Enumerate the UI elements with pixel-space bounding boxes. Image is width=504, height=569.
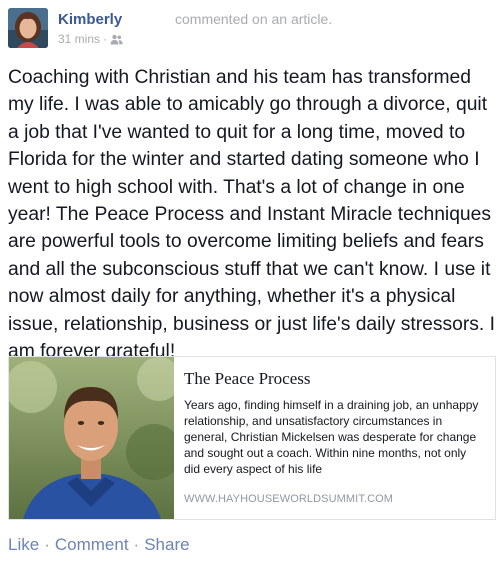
story-action-text: commented on an article.: [175, 11, 333, 27]
action-separator: ·: [44, 535, 50, 554]
link-info: The Peace Process Years ago, finding him…: [184, 369, 484, 477]
author-avatar[interactable]: [8, 8, 48, 48]
post-action-bar: Like · Comment · Share: [8, 535, 190, 555]
link-title[interactable]: The Peace Process: [184, 369, 484, 389]
meta-separator: ·: [103, 32, 108, 46]
link-thumbnail[interactable]: [9, 357, 174, 519]
link-thumbnail-image: [9, 357, 174, 519]
feed-story: Kimberly commented on an article. 31 min…: [0, 0, 504, 569]
link-preview-card[interactable]: The Peace Process Years ago, finding him…: [8, 356, 496, 520]
author-photo: [8, 8, 48, 48]
author-name[interactable]: Kimberly: [58, 11, 122, 28]
post-body-text: Coaching with Christian and his team has…: [8, 67, 495, 363]
comment-button[interactable]: Comment: [55, 535, 129, 555]
friends-icon[interactable]: [110, 34, 123, 45]
share-button[interactable]: Share: [144, 535, 189, 555]
action-separator: ·: [133, 535, 140, 554]
post-timestamp[interactable]: 31 mins: [58, 32, 100, 46]
link-domain: WWW.HAYHOUSEWORLDSUMMIT.COM: [184, 493, 394, 505]
post-meta: 31 mins ·: [58, 32, 123, 46]
link-description: Years ago, finding himself in a draining…: [184, 398, 479, 476]
like-button[interactable]: Like: [8, 535, 39, 555]
